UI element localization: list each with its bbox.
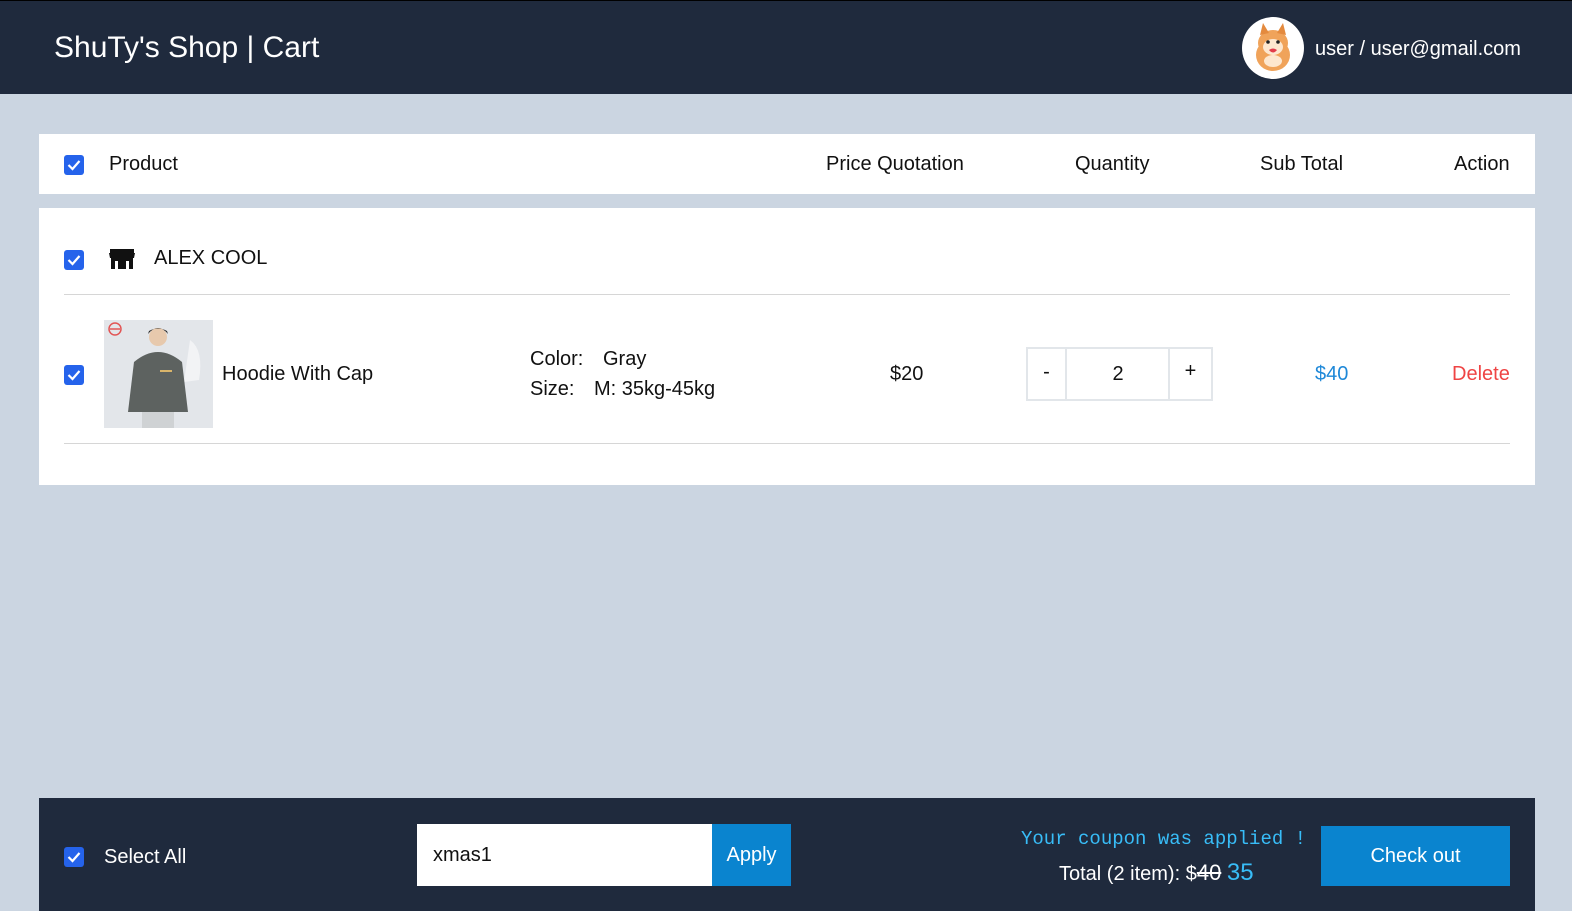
top-bar: ShuTy's Shop | Cart user / user@gmail.co…	[0, 0, 1572, 94]
column-product: Product	[109, 153, 178, 175]
product-thumbnail[interactable]	[104, 320, 213, 428]
column-subtotal: Sub Total	[1260, 153, 1344, 175]
delete-button[interactable]: Delete	[1452, 363, 1510, 385]
check-icon	[67, 852, 81, 863]
quantity-stepper: - +	[1026, 347, 1213, 401]
check-icon	[67, 255, 81, 266]
checkout-button[interactable]: Check out	[1321, 826, 1510, 886]
column-quantity: Quantity	[1075, 153, 1150, 175]
apply-coupon-button[interactable]: Apply	[712, 824, 791, 886]
item-checkbox[interactable]	[64, 365, 84, 385]
total-label: Total (2 item): $	[1059, 863, 1197, 885]
select-all-checkbox[interactable]	[64, 847, 84, 867]
select-all-label[interactable]: Select All	[104, 846, 186, 868]
store-icon	[109, 248, 135, 275]
unit-price: $20	[890, 363, 924, 385]
coupon-applied-message: Your coupon was applied !	[1021, 828, 1307, 850]
size-value: M: 35kg-45kg	[594, 378, 716, 400]
coupon-input[interactable]	[417, 824, 712, 886]
page-title: ShuTy's Shop | Cart	[54, 31, 320, 64]
shop-checkbox[interactable]	[64, 250, 84, 270]
quantity-input[interactable]	[1067, 349, 1169, 399]
size-label: Size:	[530, 378, 575, 400]
decrease-quantity-button[interactable]: -	[1028, 349, 1067, 399]
product-name[interactable]: Hoodie With Cap	[222, 363, 373, 385]
original-total: 40	[1196, 860, 1222, 885]
shop-name[interactable]: ALEX COOL	[154, 247, 267, 269]
increase-quantity-button[interactable]: +	[1168, 349, 1211, 399]
divider	[64, 443, 1510, 444]
check-icon	[67, 160, 81, 171]
column-price: Price Quotation	[826, 153, 964, 175]
select-all-header-checkbox[interactable]	[64, 155, 84, 175]
cart-table-header: Product Price Quotation Quantity Sub Tot…	[39, 134, 1535, 194]
item-subtotal: $40	[1315, 363, 1349, 385]
checkout-bar: Select All Apply Your coupon was applied…	[39, 798, 1535, 911]
user-avatar[interactable]	[1242, 17, 1304, 79]
check-icon	[67, 370, 81, 381]
shop-group: ALEX COOL Hoodie With Cap Color: Gray Si…	[39, 208, 1535, 485]
discounted-total: 35	[1226, 859, 1254, 886]
user-account-label[interactable]: user / user@gmail.com	[1315, 37, 1521, 61]
order-total: Total (2 item): $40 35	[1059, 860, 1254, 887]
divider	[64, 294, 1510, 295]
color-value: Gray	[603, 348, 647, 370]
color-label: Color:	[530, 348, 584, 370]
column-action: Action	[1454, 153, 1510, 175]
